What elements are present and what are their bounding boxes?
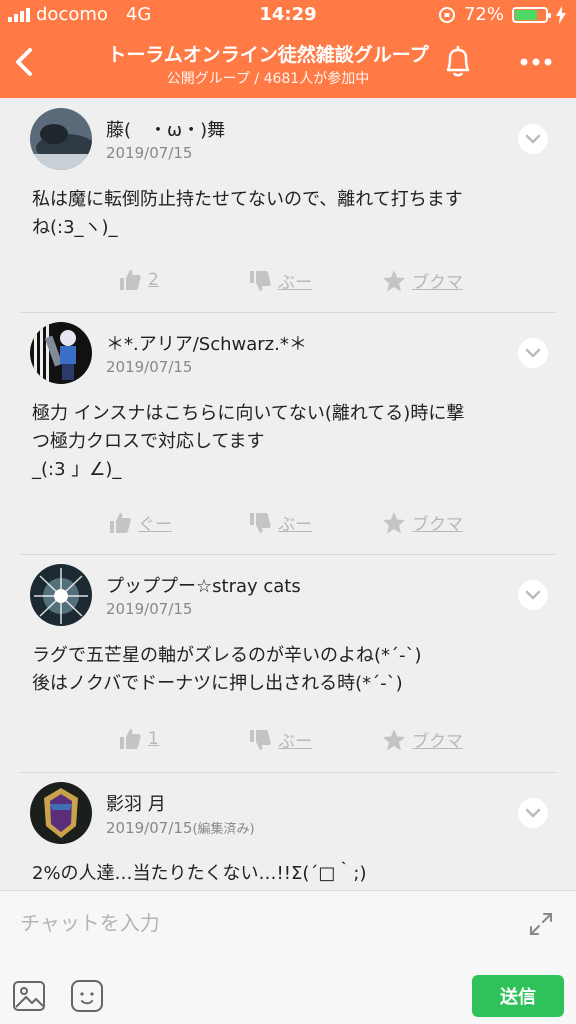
chevron-down-icon: [525, 590, 541, 600]
post-date: 2019/07/15(編集済み): [106, 819, 255, 837]
status-bar: docomo 4G 14:29 72%: [0, 0, 576, 30]
charging-icon: [556, 5, 566, 24]
post-menu-button[interactable]: [518, 798, 548, 828]
chat-composer: チャットを入力 送信: [0, 890, 576, 1024]
post-date: 2019/07/15: [106, 358, 193, 376]
post-date: 2019/07/15: [106, 144, 193, 162]
dislike-button[interactable]: ぶー: [248, 510, 312, 535]
group-title[interactable]: トーラムオンライン徒然雑談グループ: [60, 40, 476, 67]
thumbs-down-icon: [250, 512, 271, 533]
chat-input[interactable]: チャットを入力: [20, 907, 160, 936]
dislike-button[interactable]: ぶー: [248, 268, 312, 293]
chevron-down-icon: [525, 134, 541, 144]
avatar[interactable]: [30, 564, 92, 626]
avatar[interactable]: [30, 108, 92, 170]
post-menu-button[interactable]: [518, 124, 548, 154]
bookmark-button[interactable]: ブクマ: [382, 510, 463, 535]
like-button[interactable]: 1: [118, 727, 159, 751]
edited-label: (編集済み): [192, 822, 255, 837]
orientation-lock-icon: [438, 6, 455, 23]
post-username[interactable]: 藤( ・ω・)舞: [106, 116, 225, 142]
chevron-down-icon: [525, 348, 541, 358]
post-username[interactable]: ＊*.アリア/Schwarz.*＊: [106, 330, 307, 356]
thumbs-down-icon: [250, 270, 271, 291]
post-body: 2%の人達…当たりたくない…!!Σ(´□｀;): [32, 863, 367, 884]
post-body: 極力 インスナはこちらに向いてない(離れてる)時に撃 つ極力クロスで対応してます…: [32, 403, 465, 480]
post-body: 私は魔に転倒防止持たせてないので、離れて打ちます ね(:3_ヽ)_: [32, 189, 463, 238]
like-button[interactable]: ぐー: [108, 510, 172, 535]
post-actions: ぐー ぶー ブクマ: [0, 510, 576, 538]
chat-post: プッププー☆stray cats 2019/07/15 ラグで五芒星の軸がズレる…: [0, 554, 576, 772]
star-icon: [383, 511, 405, 533]
thumbs-up-icon: [110, 512, 131, 533]
post-username[interactable]: 影羽 月: [106, 790, 166, 816]
bookmark-button[interactable]: ブクマ: [382, 727, 463, 752]
avatar[interactable]: [30, 782, 92, 844]
like-button[interactable]: 2: [118, 268, 159, 292]
thumbs-down-icon: [250, 729, 271, 750]
send-button[interactable]: 送信: [472, 975, 564, 1017]
battery-icon: [512, 6, 551, 23]
chevron-down-icon: [525, 808, 541, 818]
star-icon: [383, 728, 405, 750]
post-menu-button[interactable]: [518, 338, 548, 368]
thumbs-up-icon: [120, 270, 141, 290]
battery-percent: 72%: [463, 4, 504, 25]
post-body: ラグで五芒星の軸がズレるのが辛いのよね(*´-`) 後はノクバでドーナツに押し出…: [32, 645, 422, 694]
post-date: 2019/07/15: [106, 600, 193, 618]
chat-post: ＊*.アリア/Schwarz.*＊ 2019/07/15 極力 インスナはこちら…: [0, 312, 576, 554]
back-icon[interactable]: [10, 42, 40, 82]
chat-post: 影羽 月 2019/07/15(編集済み) 2%の人達…当たりたくない…!!Σ(…: [0, 772, 576, 890]
post-username[interactable]: プッププー☆stray cats: [106, 572, 301, 598]
dislike-button[interactable]: ぶー: [248, 727, 312, 752]
post-menu-button[interactable]: [518, 580, 548, 610]
image-icon[interactable]: [12, 979, 46, 1013]
avatar[interactable]: [30, 322, 92, 384]
more-icon[interactable]: [518, 52, 554, 72]
chat-feed[interactable]: 藤( ・ω・)舞 2019/07/15 私は魔に転倒防止持たせてないので、離れて…: [0, 98, 576, 890]
sticker-icon[interactable]: [70, 979, 104, 1013]
bell-icon[interactable]: [442, 44, 474, 80]
star-icon: [383, 269, 405, 291]
group-header: トーラムオンライン徒然雑談グループ 公開グループ / 4681人が参加中: [0, 30, 576, 98]
post-actions: 1 ぶー ブクマ: [0, 727, 576, 755]
group-subtitle: 公開グループ / 4681人が参加中: [166, 71, 370, 87]
chat-post: 藤( ・ω・)舞 2019/07/15 私は魔に転倒防止持たせてないので、離れて…: [0, 98, 576, 312]
thumbs-up-icon: [120, 729, 141, 749]
bookmark-button[interactable]: ブクマ: [382, 268, 463, 293]
expand-icon[interactable]: [528, 911, 554, 937]
post-actions: 2 ぶー ブクマ: [0, 268, 576, 296]
